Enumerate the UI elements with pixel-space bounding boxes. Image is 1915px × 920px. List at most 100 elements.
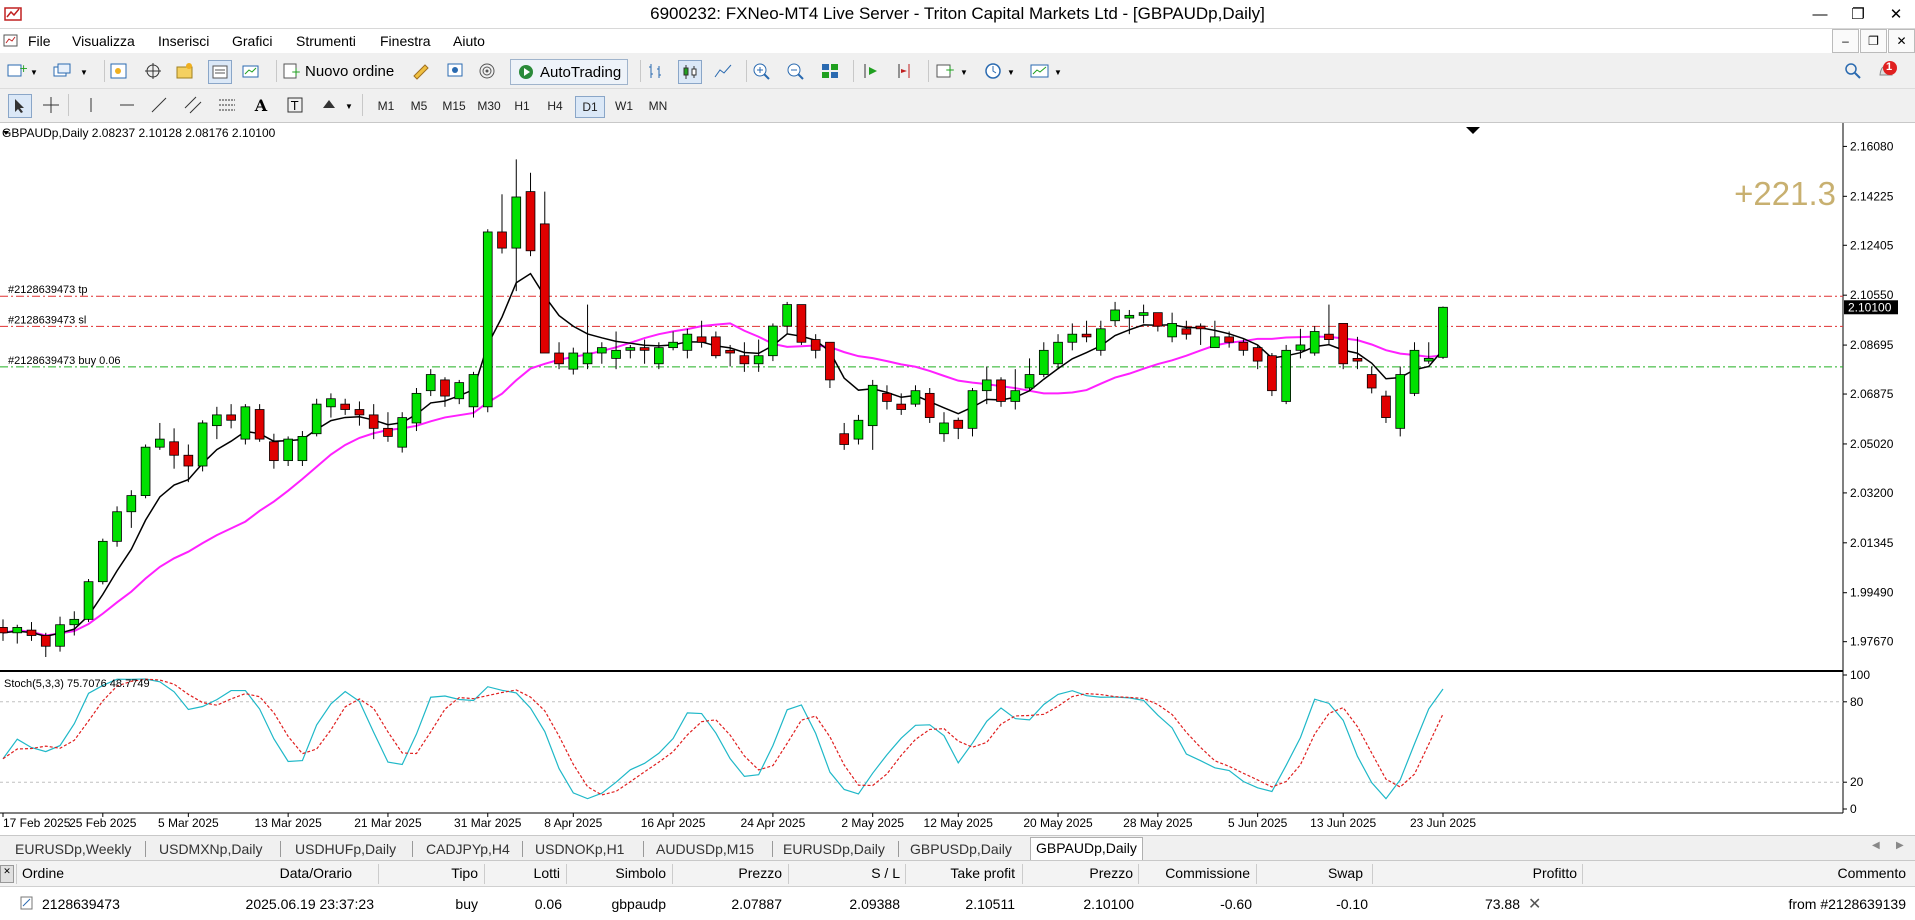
mdi-minimize-icon[interactable]: – [1832, 29, 1859, 53]
candle[interactable] [311, 398, 322, 437]
timeframe-mn[interactable]: MN [643, 96, 673, 116]
restore-icon[interactable]: ❐ [1839, 0, 1877, 28]
alerts-bell-icon[interactable]: 1 [1876, 60, 1898, 82]
tab-eurusd-weekly[interactable]: EURUSDp,Weekly [10, 839, 136, 859]
candle[interactable] [482, 229, 493, 413]
candle[interactable] [1438, 306, 1448, 359]
chevron-down-icon[interactable]: ▼ [30, 68, 38, 77]
crosshair-icon[interactable] [40, 94, 62, 116]
navigator-icon[interactable] [174, 60, 196, 82]
profiles-icon[interactable] [52, 60, 74, 82]
new-chart-icon[interactable]: + [6, 60, 28, 82]
col-order[interactable]: Ordine [22, 865, 64, 881]
autotrading-button[interactable]: AutoTrading [510, 59, 629, 85]
close-icon[interactable]: ✕ [0, 865, 14, 883]
candle[interactable] [83, 578, 94, 623]
col-tp[interactable]: Take profit [905, 865, 1015, 881]
minimize-icon[interactable]: — [1801, 0, 1839, 28]
candlestick-chart-icon[interactable] [678, 60, 702, 84]
search-icon[interactable] [1842, 60, 1864, 82]
candle[interactable] [1267, 353, 1277, 397]
col-current-price[interactable]: Prezzo [1030, 865, 1133, 881]
timeframe-h4[interactable]: H4 [541, 96, 569, 116]
horizontal-line-icon[interactable] [116, 94, 138, 116]
col-swap[interactable]: Swap [1260, 865, 1363, 881]
candle[interactable] [1281, 344, 1291, 405]
tab-usdmxn-daily[interactable]: USDMXNp,Daily [154, 839, 267, 859]
timeframe-m5[interactable]: M5 [405, 96, 433, 116]
indicators-icon[interactable]: + [934, 60, 956, 82]
menu-charts[interactable]: Grafici [232, 33, 272, 49]
menu-tools[interactable]: Strumenti [296, 33, 356, 49]
text-label-icon[interactable]: T [284, 94, 306, 116]
zoom-out-icon[interactable] [785, 60, 807, 82]
close-order-icon[interactable]: ✕ [1528, 894, 1541, 914]
price-chart[interactable]: #2128639473 tp #2128639473 sl #2128639473 … [0, 123, 1915, 835]
candle[interactable] [112, 506, 122, 547]
fibonacci-icon[interactable] [216, 94, 238, 116]
vertical-line-icon[interactable] [80, 94, 102, 116]
tile-windows-icon[interactable] [819, 60, 841, 82]
menu-window[interactable]: Finestra [380, 33, 431, 49]
timeframe-w1[interactable]: W1 [610, 96, 638, 116]
timeframe-m30[interactable]: M30 [473, 96, 505, 116]
candle[interactable] [254, 404, 265, 442]
tab-gbpaud-daily[interactable]: GBPAUDp,Daily [1030, 837, 1143, 860]
candle[interactable] [140, 444, 151, 499]
data-window-icon[interactable] [142, 60, 164, 82]
candle[interactable] [197, 420, 208, 472]
mdi-restore-icon[interactable]: ❐ [1860, 29, 1887, 53]
close-icon[interactable]: ✕ [1877, 0, 1915, 28]
col-symbol[interactable]: Simbolo [580, 865, 666, 881]
chevron-down-icon[interactable]: ▼ [345, 102, 353, 111]
candle[interactable] [297, 431, 308, 467]
col-profit[interactable]: Profitto [1400, 865, 1577, 881]
periods-clock-icon[interactable] [982, 60, 1004, 82]
mdi-close-icon[interactable]: ✕ [1888, 29, 1915, 53]
col-price[interactable]: Prezzo [680, 865, 782, 881]
chart-shift-icon[interactable] [894, 60, 916, 82]
col-commission[interactable]: Commissione [1140, 865, 1250, 881]
arrows-icon[interactable] [318, 94, 340, 116]
chevron-down-icon[interactable]: ▼ [1007, 68, 1015, 77]
new-order-button[interactable]: + Nuovo ordine [282, 59, 394, 83]
tab-gbpusd-daily[interactable]: GBPUSDp,Daily [905, 839, 1017, 859]
chevron-down-icon[interactable]: ▼ [1054, 68, 1062, 77]
terminal-icon[interactable] [208, 60, 232, 84]
tab-audusd-m15[interactable]: AUDUSDp,M15 [651, 839, 759, 859]
timeframe-m15[interactable]: M15 [438, 96, 470, 116]
templates-icon[interactable] [1029, 60, 1051, 82]
menu-help[interactable]: Aiuto [453, 33, 485, 49]
menu-file[interactable]: File [28, 33, 51, 49]
menu-view[interactable]: Visualizza [72, 33, 135, 49]
auto-scroll-icon[interactable] [860, 60, 882, 82]
trendline-icon[interactable] [148, 94, 170, 116]
candle[interactable] [1395, 366, 1406, 437]
candle[interactable] [240, 404, 251, 445]
market-watch-icon[interactable] [108, 60, 130, 82]
chart-window[interactable]: #2128639473 tp #2128639473 sl #2128639473 … [0, 123, 1915, 835]
candle[interactable] [1338, 323, 1349, 370]
candle[interactable] [97, 538, 108, 585]
candle[interactable] [397, 412, 408, 453]
candle[interactable] [1409, 342, 1420, 397]
community-icon[interactable] [444, 60, 466, 82]
line-chart-icon[interactable] [712, 60, 734, 82]
col-datetime[interactable]: Data/Orario [160, 865, 352, 881]
tab-usdnok-h1[interactable]: USDNOKp,H1 [530, 839, 629, 859]
col-sl[interactable]: S / L [800, 865, 900, 881]
menu-insert[interactable]: Inserisci [158, 33, 209, 49]
candle[interactable] [796, 304, 807, 345]
timeframe-h1[interactable]: H1 [508, 96, 536, 116]
cursor-icon[interactable] [8, 94, 32, 118]
zoom-in-icon[interactable] [751, 60, 773, 82]
text-icon[interactable]: A [250, 94, 272, 116]
tab-scroll-right-icon[interactable]: ▶ [1896, 840, 1904, 851]
signals-icon[interactable] [476, 60, 498, 82]
bar-chart-icon[interactable] [645, 60, 667, 82]
equidistant-channel-icon[interactable] [182, 94, 204, 116]
timeframe-d1[interactable]: D1 [575, 96, 605, 118]
timeframe-m1[interactable]: M1 [372, 96, 400, 116]
strategy-tester-icon[interactable] [240, 60, 262, 82]
tab-cadjpy-h4[interactable]: CADJPYp,H4 [421, 839, 515, 859]
